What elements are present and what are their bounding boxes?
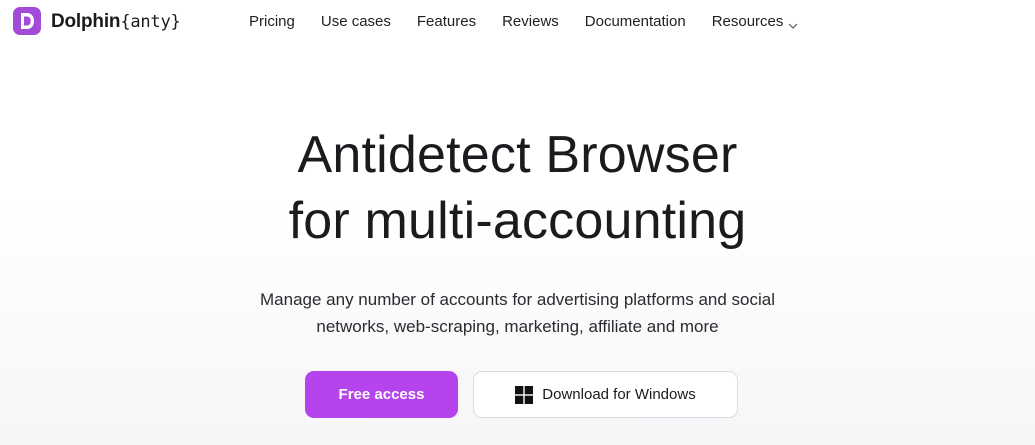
page: Dolphin{anty} Pricing Use cases Features… — [0, 0, 1035, 445]
brand-name-bold: Dolphin — [51, 10, 121, 32]
nav-features[interactable]: Features — [417, 12, 476, 32]
nav-use-cases[interactable]: Use cases — [321, 12, 391, 32]
nav-resources[interactable]: Resources — [712, 12, 799, 32]
main-nav: Pricing Use cases Features Reviews Docum… — [249, 12, 798, 32]
brand-name-light: {anty} — [120, 11, 181, 32]
chevron-down-icon — [788, 17, 798, 29]
download-windows-button[interactable]: Download for Windows — [473, 371, 738, 418]
free-access-button[interactable]: Free access — [305, 371, 458, 418]
brand-logo[interactable]: Dolphin{anty} — [13, 7, 181, 35]
windows-icon — [515, 385, 534, 404]
nav-reviews[interactable]: Reviews — [502, 12, 559, 32]
nav-documentation[interactable]: Documentation — [585, 12, 686, 32]
hero-title-line1: Antidetect Browser — [297, 126, 738, 184]
dolphin-logo-icon — [13, 7, 41, 35]
brand-name: Dolphin{anty} — [51, 12, 181, 31]
site-header: Dolphin{anty} Pricing Use cases Features… — [0, 0, 1035, 44]
hero-subtitle: Manage any number of accounts for advert… — [0, 286, 1035, 340]
hero-subtitle-line1: Manage any number of accounts for advert… — [260, 290, 775, 309]
nav-resources-label: Resources — [711, 13, 784, 30]
hero-title-line2: for multi-accounting — [288, 192, 747, 250]
download-windows-label: Download for Windows — [542, 386, 696, 403]
nav-pricing[interactable]: Pricing — [249, 12, 295, 32]
hero-subtitle-line2: networks, web-scraping, marketing, affil… — [316, 317, 719, 336]
hero-title: Antidetect Browser for multi-accounting — [0, 122, 1035, 254]
